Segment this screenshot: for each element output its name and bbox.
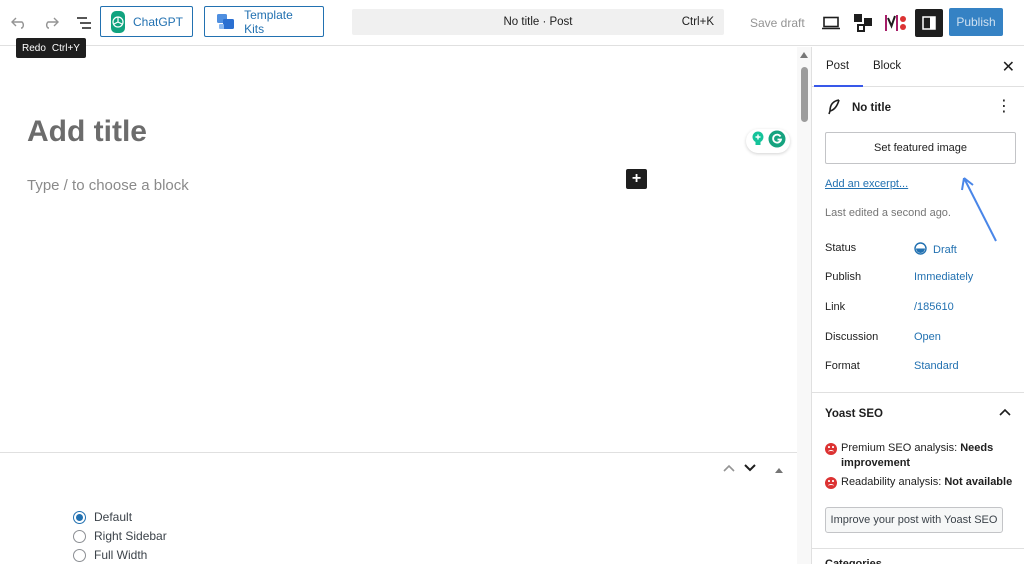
tab-post[interactable]: Post (813, 60, 864, 87)
link-value[interactable]: /185610 (914, 301, 954, 313)
status-value[interactable]: Draft (914, 242, 957, 258)
radio-button[interactable] (73, 510, 86, 524)
preview-icon[interactable] (816, 8, 846, 38)
improve-with-yoast-button[interactable]: Improve your post with Yoast SEO (825, 507, 1003, 533)
close-icon[interactable]: ✕ (1002, 57, 1015, 77)
post-icon (827, 99, 841, 118)
publish-button[interactable]: Publish (949, 8, 1003, 36)
sad-face-icon (825, 443, 837, 455)
chatgpt-logo-icon (111, 10, 125, 33)
move-up-icon[interactable] (722, 463, 736, 476)
status-label: Status (825, 242, 857, 254)
chatgpt-button[interactable]: ChatGPT (100, 6, 193, 37)
format-label: Format (825, 360, 860, 372)
readability-analysis: Readability analysis: Not available (825, 475, 1015, 490)
set-featured-image-button[interactable]: Set featured image (825, 132, 1016, 164)
post-title-input[interactable]: Add title (27, 115, 147, 149)
grammarly-bulb-icon[interactable] (751, 131, 765, 152)
block-inserter-button[interactable]: + (626, 169, 647, 189)
section-divider (812, 392, 1024, 393)
yoast-icon[interactable] (881, 8, 911, 38)
sidebar-tabs: Post Block ✕ (812, 47, 1024, 87)
draft-status-icon (914, 242, 927, 258)
command-palette-bar[interactable]: No title · Post Ctrl+K (352, 9, 724, 35)
document-title: No title (852, 102, 891, 114)
editor-toolbar: ChatGPT Template Kits No title · Post Ct… (0, 0, 1024, 46)
meta-boxes-panel: Default Right Sidebar Full Width (0, 452, 797, 564)
document-overview-icon[interactable] (69, 8, 99, 38)
yoast-panel-heading[interactable]: Yoast SEO (825, 408, 883, 420)
readability-prefix: Readability analysis: (841, 476, 945, 488)
layout-option-default[interactable]: Default (73, 510, 132, 524)
annotation-arrow-icon (961, 177, 997, 242)
sad-face-icon (825, 477, 837, 489)
publish-label: Publish (825, 271, 862, 283)
premium-seo-text: Premium SEO analysis: Needs improvement (841, 441, 1015, 471)
document-bar-title: No title · Post (503, 16, 573, 28)
move-down-icon[interactable] (743, 463, 757, 476)
premium-seo-prefix: Premium SEO analysis: (841, 442, 961, 454)
redo-icon[interactable] (36, 8, 66, 38)
status-text: Draft (933, 244, 957, 256)
radio-label: Full Width (94, 548, 148, 562)
grammarly-logo-icon[interactable] (768, 130, 786, 153)
publish-value[interactable]: Immediately (914, 271, 973, 283)
chatgpt-label: ChatGPT (133, 14, 184, 29)
format-value[interactable]: Standard (914, 360, 959, 372)
command-shortcut: Ctrl+K (681, 16, 714, 28)
radio-label: Default (94, 510, 133, 524)
tab-block[interactable]: Block (873, 60, 901, 72)
radio-label: Right Sidebar (94, 529, 167, 543)
discussion-label: Discussion (825, 331, 879, 343)
premium-seo-analysis: Premium SEO analysis: Needs improvement (825, 441, 1015, 471)
link-label: Link (825, 301, 846, 313)
template-kits-label: Template Kits (244, 7, 293, 36)
undo-icon[interactable] (4, 8, 34, 38)
discussion-value[interactable]: Open (914, 331, 941, 343)
section-divider (812, 548, 1024, 549)
readability-status: Not available (944, 476, 1013, 488)
settings-sidebar-icon[interactable] (915, 9, 943, 37)
block-placeholder[interactable]: Type / to choose a block (27, 177, 189, 194)
layout-option-right-sidebar[interactable]: Right Sidebar (73, 529, 167, 543)
settings-sidebar: Post Block ✕ No title ⋮ Set featured ima… (811, 47, 1024, 564)
layout-option-full-width[interactable]: Full Width (73, 548, 147, 562)
grammarly-widget[interactable] (746, 129, 790, 153)
scrollbar-thumb[interactable] (801, 67, 808, 122)
add-excerpt-link[interactable]: Add an excerpt... (825, 178, 908, 190)
canvas-scrollbar[interactable] (797, 47, 811, 564)
categories-panel-heading[interactable]: Categories (825, 558, 882, 564)
radio-button[interactable] (73, 529, 86, 543)
last-edited-text: Last edited a second ago. (825, 207, 951, 219)
chevron-up-icon[interactable] (999, 405, 1011, 419)
save-draft-button[interactable]: Save draft (750, 16, 805, 30)
blocks-extension-icon[interactable] (848, 8, 878, 38)
collapse-icon[interactable] (774, 465, 784, 477)
editor-canvas[interactable]: Add title Type / to choose a block + (0, 47, 797, 452)
template-kits-icon (215, 11, 236, 33)
template-kits-button[interactable]: Template Kits (204, 6, 324, 37)
readability-text: Readability analysis: Not available (841, 475, 1012, 490)
block-editor: ChatGPT Template Kits No title · Post Ct… (0, 0, 1024, 564)
scroll-up-arrow-icon[interactable] (800, 52, 808, 58)
more-options-icon[interactable]: ⋮ (996, 99, 1012, 115)
radio-button[interactable] (73, 548, 86, 562)
